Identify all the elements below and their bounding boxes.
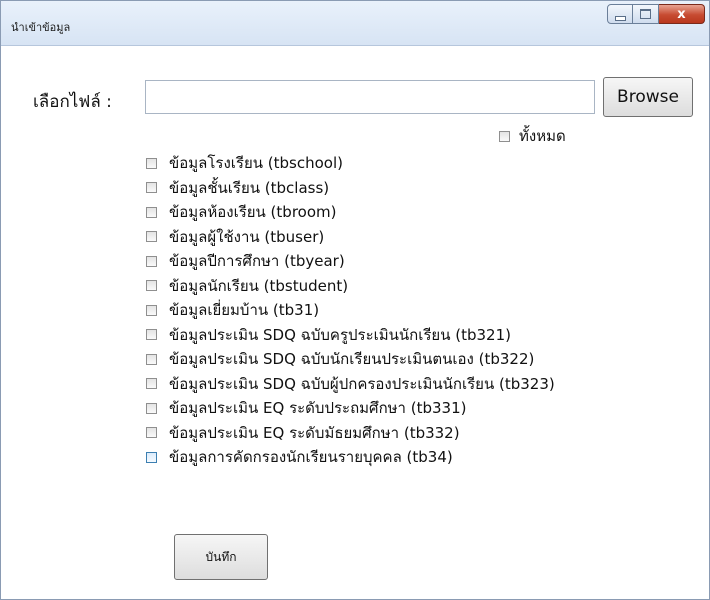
option-checkbox[interactable] — [146, 402, 157, 414]
option-label: ข้อมูลผู้ใช้งาน (tbuser) — [169, 227, 325, 246]
select-all-label: ทั้งหมด — [519, 127, 566, 145]
option-checkbox[interactable] — [146, 451, 157, 463]
option-tb321[interactable]: ข้อมูลประเมิน SDQ ฉบับครูประเมินนักเรียน… — [146, 323, 555, 348]
option-checkbox[interactable] — [146, 255, 157, 267]
maximize-icon — [640, 9, 651, 19]
option-tb322[interactable]: ข้อมูลประเมิน SDQ ฉบับนักเรียนประเมินตนเ… — [146, 347, 555, 372]
minimize-button[interactable] — [607, 4, 633, 24]
option-label: ข้อมูลห้องเรียน (tbroom) — [169, 203, 337, 222]
option-label: ข้อมูลประเมิน SDQ ฉบับนักเรียนประเมินตนเ… — [169, 350, 535, 369]
window-title: นำเข้าข้อมูล — [11, 21, 71, 34]
option-checkbox[interactable] — [146, 280, 157, 292]
option-checkbox[interactable] — [146, 427, 157, 439]
option-checkbox[interactable] — [146, 206, 157, 218]
option-label: ข้อมูลเยี่ยมบ้าน (tb31) — [169, 301, 320, 320]
option-tbstudent[interactable]: ข้อมูลนักเรียน (tbstudent) — [146, 274, 555, 299]
select-all-row[interactable]: ทั้งหมด — [499, 125, 566, 147]
option-checkbox[interactable] — [146, 231, 157, 243]
table-options-list: ข้อมูลโรงเรียน (tbschool) ข้อมูลชั้นเรีย… — [146, 151, 555, 470]
window-controls: x — [607, 4, 705, 26]
option-tb331[interactable]: ข้อมูลประเมิน EQ ระดับประถมศึกษา (tb331) — [146, 396, 555, 421]
option-label: ข้อมูลนักเรียน (tbstudent) — [169, 276, 349, 295]
title-bar[interactable]: นำเข้าข้อมูล x — [1, 1, 709, 46]
option-label: ข้อมูลประเมิน SDQ ฉบับผู้ปกครองประเมินนั… — [169, 374, 555, 393]
save-button[interactable]: บันทึก — [174, 534, 268, 580]
option-tb323[interactable]: ข้อมูลประเมิน SDQ ฉบับผู้ปกครองประเมินนั… — [146, 372, 555, 397]
option-label: ข้อมูลประเมิน EQ ระดับมัธยมศึกษา (tb332) — [169, 423, 460, 442]
option-label: ข้อมูลการคัดกรองนักเรียนรายบุคคล (tb34) — [169, 448, 453, 467]
option-checkbox[interactable] — [146, 329, 157, 341]
option-checkbox[interactable] — [146, 304, 157, 316]
close-button[interactable]: x — [659, 4, 705, 24]
maximize-button[interactable] — [633, 4, 659, 24]
option-tbroom[interactable]: ข้อมูลห้องเรียน (tbroom) — [146, 200, 555, 225]
option-tbclass[interactable]: ข้อมูลชั้นเรียน (tbclass) — [146, 176, 555, 201]
option-label: ข้อมูลประเมิน SDQ ฉบับครูประเมินนักเรียน… — [169, 325, 511, 344]
close-icon: x — [677, 6, 686, 22]
option-checkbox[interactable] — [146, 378, 157, 390]
option-checkbox[interactable] — [146, 182, 157, 194]
option-tb332[interactable]: ข้อมูลประเมิน EQ ระดับมัธยมศึกษา (tb332) — [146, 421, 555, 446]
option-tbyear[interactable]: ข้อมูลปีการศึกษา (tbyear) — [146, 249, 555, 274]
select-all-checkbox[interactable] — [499, 130, 510, 142]
option-label: ข้อมูลชั้นเรียน (tbclass) — [169, 178, 330, 197]
import-dialog: นำเข้าข้อมูล x เลือกไฟล์ : Browse ทั้งหม… — [0, 0, 710, 600]
option-label: ข้อมูลประเมิน EQ ระดับประถมศึกษา (tb331) — [169, 399, 467, 418]
option-tb31[interactable]: ข้อมูลเยี่ยมบ้าน (tb31) — [146, 298, 555, 323]
option-tbschool[interactable]: ข้อมูลโรงเรียน (tbschool) — [146, 151, 555, 176]
option-tbuser[interactable]: ข้อมูลผู้ใช้งาน (tbuser) — [146, 225, 555, 250]
option-tb34[interactable]: ข้อมูลการคัดกรองนักเรียนรายบุคคล (tb34) — [146, 445, 555, 470]
browse-button[interactable]: Browse — [603, 77, 693, 117]
option-checkbox[interactable] — [146, 157, 157, 169]
option-checkbox[interactable] — [146, 353, 157, 365]
file-path-input[interactable] — [145, 80, 595, 114]
file-label: เลือกไฟล์ : — [33, 92, 112, 112]
option-label: ข้อมูลปีการศึกษา (tbyear) — [169, 252, 345, 271]
minimize-icon — [614, 15, 626, 21]
option-label: ข้อมูลโรงเรียน (tbschool) — [169, 154, 343, 173]
